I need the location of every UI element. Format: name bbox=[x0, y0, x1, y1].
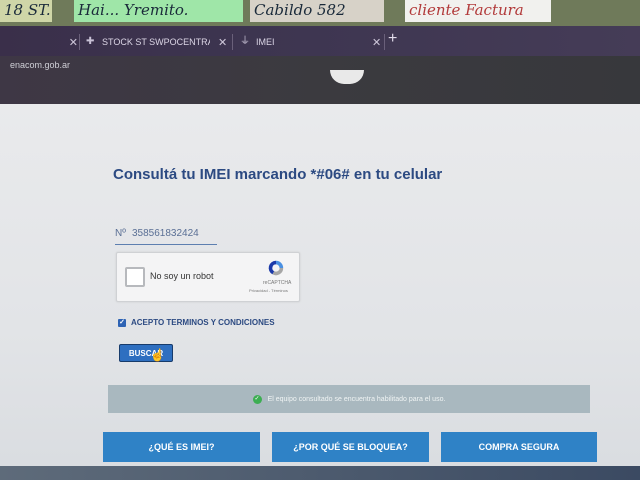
close-icon[interactable]: ✕ bbox=[218, 36, 227, 49]
terms-checkbox-row[interactable]: ✓ ACEPTO TERMINOS Y CONDICIONES bbox=[118, 318, 275, 327]
tab-stock[interactable]: ✚ STOCK ST SWPOCENTRAL - Hoj ✕ bbox=[80, 30, 236, 54]
hand-cursor-icon: ☝ bbox=[150, 348, 165, 362]
why-blocked-button[interactable]: ¿POR QUÉ SE BLOQUEA? bbox=[272, 432, 429, 462]
check-circle-icon: ✓ bbox=[252, 394, 262, 404]
sticky-note: cliente Factura bbox=[405, 0, 551, 22]
recaptcha-widget: No soy un robot reCAPTCHA Privacidad - T… bbox=[116, 252, 300, 302]
tab-separator bbox=[232, 34, 233, 50]
address-bar: enacom.gob.ar bbox=[0, 56, 640, 104]
sticky-notes-strip: 18 ST. Hai... Yremito. Cabildo 582 clien… bbox=[0, 0, 640, 26]
imei-value: 358561832424 bbox=[132, 228, 199, 239]
close-icon[interactable]: ✕ bbox=[372, 36, 381, 49]
recaptcha-links[interactable]: Privacidad - Términos bbox=[249, 288, 288, 293]
terms-label: ACEPTO TERMINOS Y CONDICIONES bbox=[131, 318, 275, 327]
tab-imei[interactable]: ⏚ IMEI ✕ bbox=[234, 30, 390, 54]
what-is-imei-button[interactable]: ¿QUÉ ES IMEI? bbox=[103, 432, 260, 462]
recaptcha-label: No soy un robot bbox=[150, 271, 214, 281]
tab-separator bbox=[384, 34, 385, 50]
imei-prefix: Nº bbox=[115, 228, 126, 239]
sticky-note: Cabildo 582 bbox=[250, 0, 384, 22]
page-title: Consultá tu IMEI marcando *#06# en tu ce… bbox=[113, 166, 443, 183]
sticky-note: Hai... Yremito. bbox=[74, 0, 243, 22]
tab-label: STOCK ST SWPOCENTRAL - Hoj bbox=[102, 37, 210, 47]
sheet-icon: ✚ bbox=[86, 36, 95, 47]
tab-label: IMEI bbox=[256, 37, 275, 47]
status-message: El equipo consultado se encuentra habili… bbox=[267, 395, 446, 403]
status-banner: ✓ El equipo consultado se encuentra habi… bbox=[108, 385, 590, 413]
browser-tab-bar: ✕ ✚ STOCK ST SWPOCENTRAL - Hoj ✕ ⏚ IMEI … bbox=[0, 26, 640, 56]
recaptcha-brand: reCAPTCHA bbox=[263, 280, 292, 286]
url-text[interactable]: enacom.gob.ar bbox=[10, 60, 70, 70]
new-tab-button[interactable]: + bbox=[388, 30, 397, 48]
taskbar-edge bbox=[0, 466, 640, 480]
sticky-note: 18 ST. bbox=[0, 0, 52, 22]
tab-previous[interactable]: ✕ bbox=[0, 30, 82, 54]
recaptcha-icon bbox=[268, 260, 284, 276]
close-icon[interactable]: ✕ bbox=[69, 36, 78, 49]
checkmark-icon[interactable]: ✓ bbox=[118, 318, 126, 327]
recaptcha-checkbox[interactable] bbox=[125, 267, 145, 287]
safe-purchase-button[interactable]: COMPRA SEGURA bbox=[441, 432, 597, 462]
page-content: Consultá tu IMEI marcando *#06# en tu ce… bbox=[0, 104, 640, 480]
audio-icon: ⏚ bbox=[240, 36, 250, 47]
